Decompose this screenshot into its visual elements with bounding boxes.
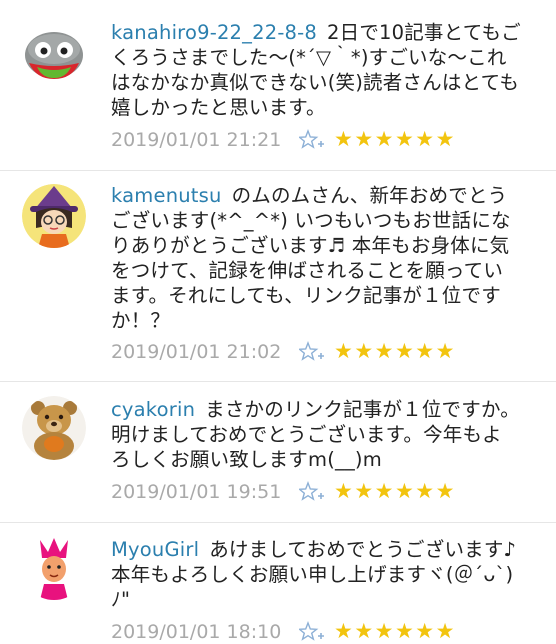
comment-username[interactable]: cyakorin <box>111 398 195 421</box>
star-add-icon[interactable] <box>299 481 325 503</box>
comment-text: MyouGirl あけましておめでとうございます♪ 本年もよろしくお願い申し上げま… <box>111 537 536 612</box>
comment-username[interactable]: kanahiro9-22_22-8-8 <box>111 21 317 44</box>
user-avatar[interactable] <box>22 184 86 248</box>
comment-timestamp: 2019/01/01 18:10 <box>111 621 282 643</box>
comment-divider <box>0 381 556 382</box>
pink-hair-character-icon <box>22 536 86 600</box>
comment-meta: 2019/01/01 21:02 ★★★★★★ <box>111 339 531 364</box>
star-rating: ★★★★★★ <box>334 479 456 503</box>
star-rating: ★★★★★★ <box>334 339 456 363</box>
comment-username[interactable]: kamenutsu <box>111 184 222 207</box>
comment-divider <box>0 522 556 523</box>
comment-text: cyakorin まさかのリンク記事が１位ですか。明けましておめでとうございます。… <box>111 397 521 472</box>
teddy-bear-icon <box>22 396 86 460</box>
star-add-icon[interactable] <box>299 341 325 363</box>
grey-blob-character-icon <box>22 21 86 85</box>
comment-meta: 2019/01/01 18:10 ★★★★★★ <box>111 619 531 644</box>
star-rating: ★★★★★★ <box>334 619 456 643</box>
comment-text: kamenutsu のムのムさん、新年おめでとうございます(*^_^*) いつもい… <box>111 183 521 333</box>
witch-character-icon <box>22 184 86 248</box>
comment-timestamp: 2019/01/01 21:21 <box>111 129 282 151</box>
comment-timestamp: 2019/01/01 21:02 <box>111 341 282 363</box>
user-avatar[interactable] <box>22 21 86 85</box>
comment-meta: 2019/01/01 21:21 ★★★★★★ <box>111 127 531 152</box>
comment-meta: 2019/01/01 19:51 ★★★★★★ <box>111 479 531 504</box>
comment-timestamp: 2019/01/01 19:51 <box>111 481 282 503</box>
comment-divider <box>0 170 556 171</box>
comment-text: kanahiro9-22_22-8-8 2日で10記事とてもごくろうさまでした～(… <box>111 20 521 120</box>
star-rating: ★★★★★★ <box>334 127 456 151</box>
star-add-icon[interactable] <box>299 129 325 151</box>
user-avatar[interactable] <box>22 536 86 600</box>
user-avatar[interactable] <box>22 396 86 460</box>
comment-username[interactable]: MyouGirl <box>111 538 199 561</box>
